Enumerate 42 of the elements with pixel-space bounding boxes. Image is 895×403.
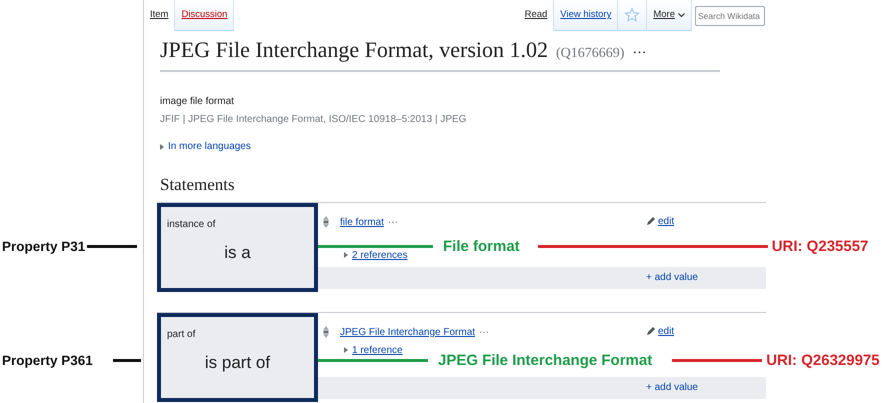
tab[interactable]: View history [554,0,618,31]
references-link[interactable]: 2 references [352,248,408,262]
annotation-label: JPEG File Interchange Format [438,352,652,368]
entity-id: (Q1676669) [556,45,624,63]
star-icon[interactable] [624,7,640,23]
box-label: is part of [204,352,270,374]
annotation-label: File format [443,238,520,254]
leader-line [112,358,141,362]
pencil-icon [646,216,656,226]
tab[interactable]: Discussion [175,0,234,31]
uri-label: URI: Q235557 [772,238,868,254]
leader-line [87,244,138,248]
value-link[interactable]: file format [340,214,384,230]
description: image file format [160,95,235,109]
section-heading: Statements [160,174,236,196]
aliases: JFIF | JPEG File Interchange Format, ISO/IEC 10918–5:2013 | JPEG [160,113,468,127]
rank-icon[interactable] [322,324,330,338]
annotation-label: Property P31 [2,240,86,253]
edit-link[interactable]: edit [658,214,674,228]
caret-icon [160,144,164,150]
rank-icon[interactable] [322,214,330,228]
add-value-link[interactable]: + add value [318,266,766,288]
references-link[interactable]: 1 reference [352,342,403,358]
caret-icon [344,252,348,258]
page-title: JPEG File Interchange Format, version 1.02 [160,36,548,64]
add-value-link[interactable]: + add value [318,376,766,398]
more-menu[interactable]: ··· [388,214,398,230]
box-label: is a [224,242,251,264]
search-field[interactable]: Search Wikidata [695,6,765,26]
edit-link[interactable]: edit [658,324,674,338]
more-menu[interactable]: More [647,0,692,31]
annotation-label: Property P361 [2,354,93,367]
property-link[interactable]: part of [167,326,308,342]
value-link[interactable]: JPEG File Interchange Format [340,324,476,340]
more-menu[interactable]: ··· [479,324,490,340]
caret-icon [344,347,348,353]
pencil-icon [646,326,656,336]
more-menu[interactable]: ··· [632,43,646,64]
property-link[interactable]: instance of [167,216,308,232]
uri-label: URI: Q26329975 [766,352,880,368]
caret-icon[interactable] [678,12,685,18]
languages-link[interactable]: In more languages [168,139,251,154]
